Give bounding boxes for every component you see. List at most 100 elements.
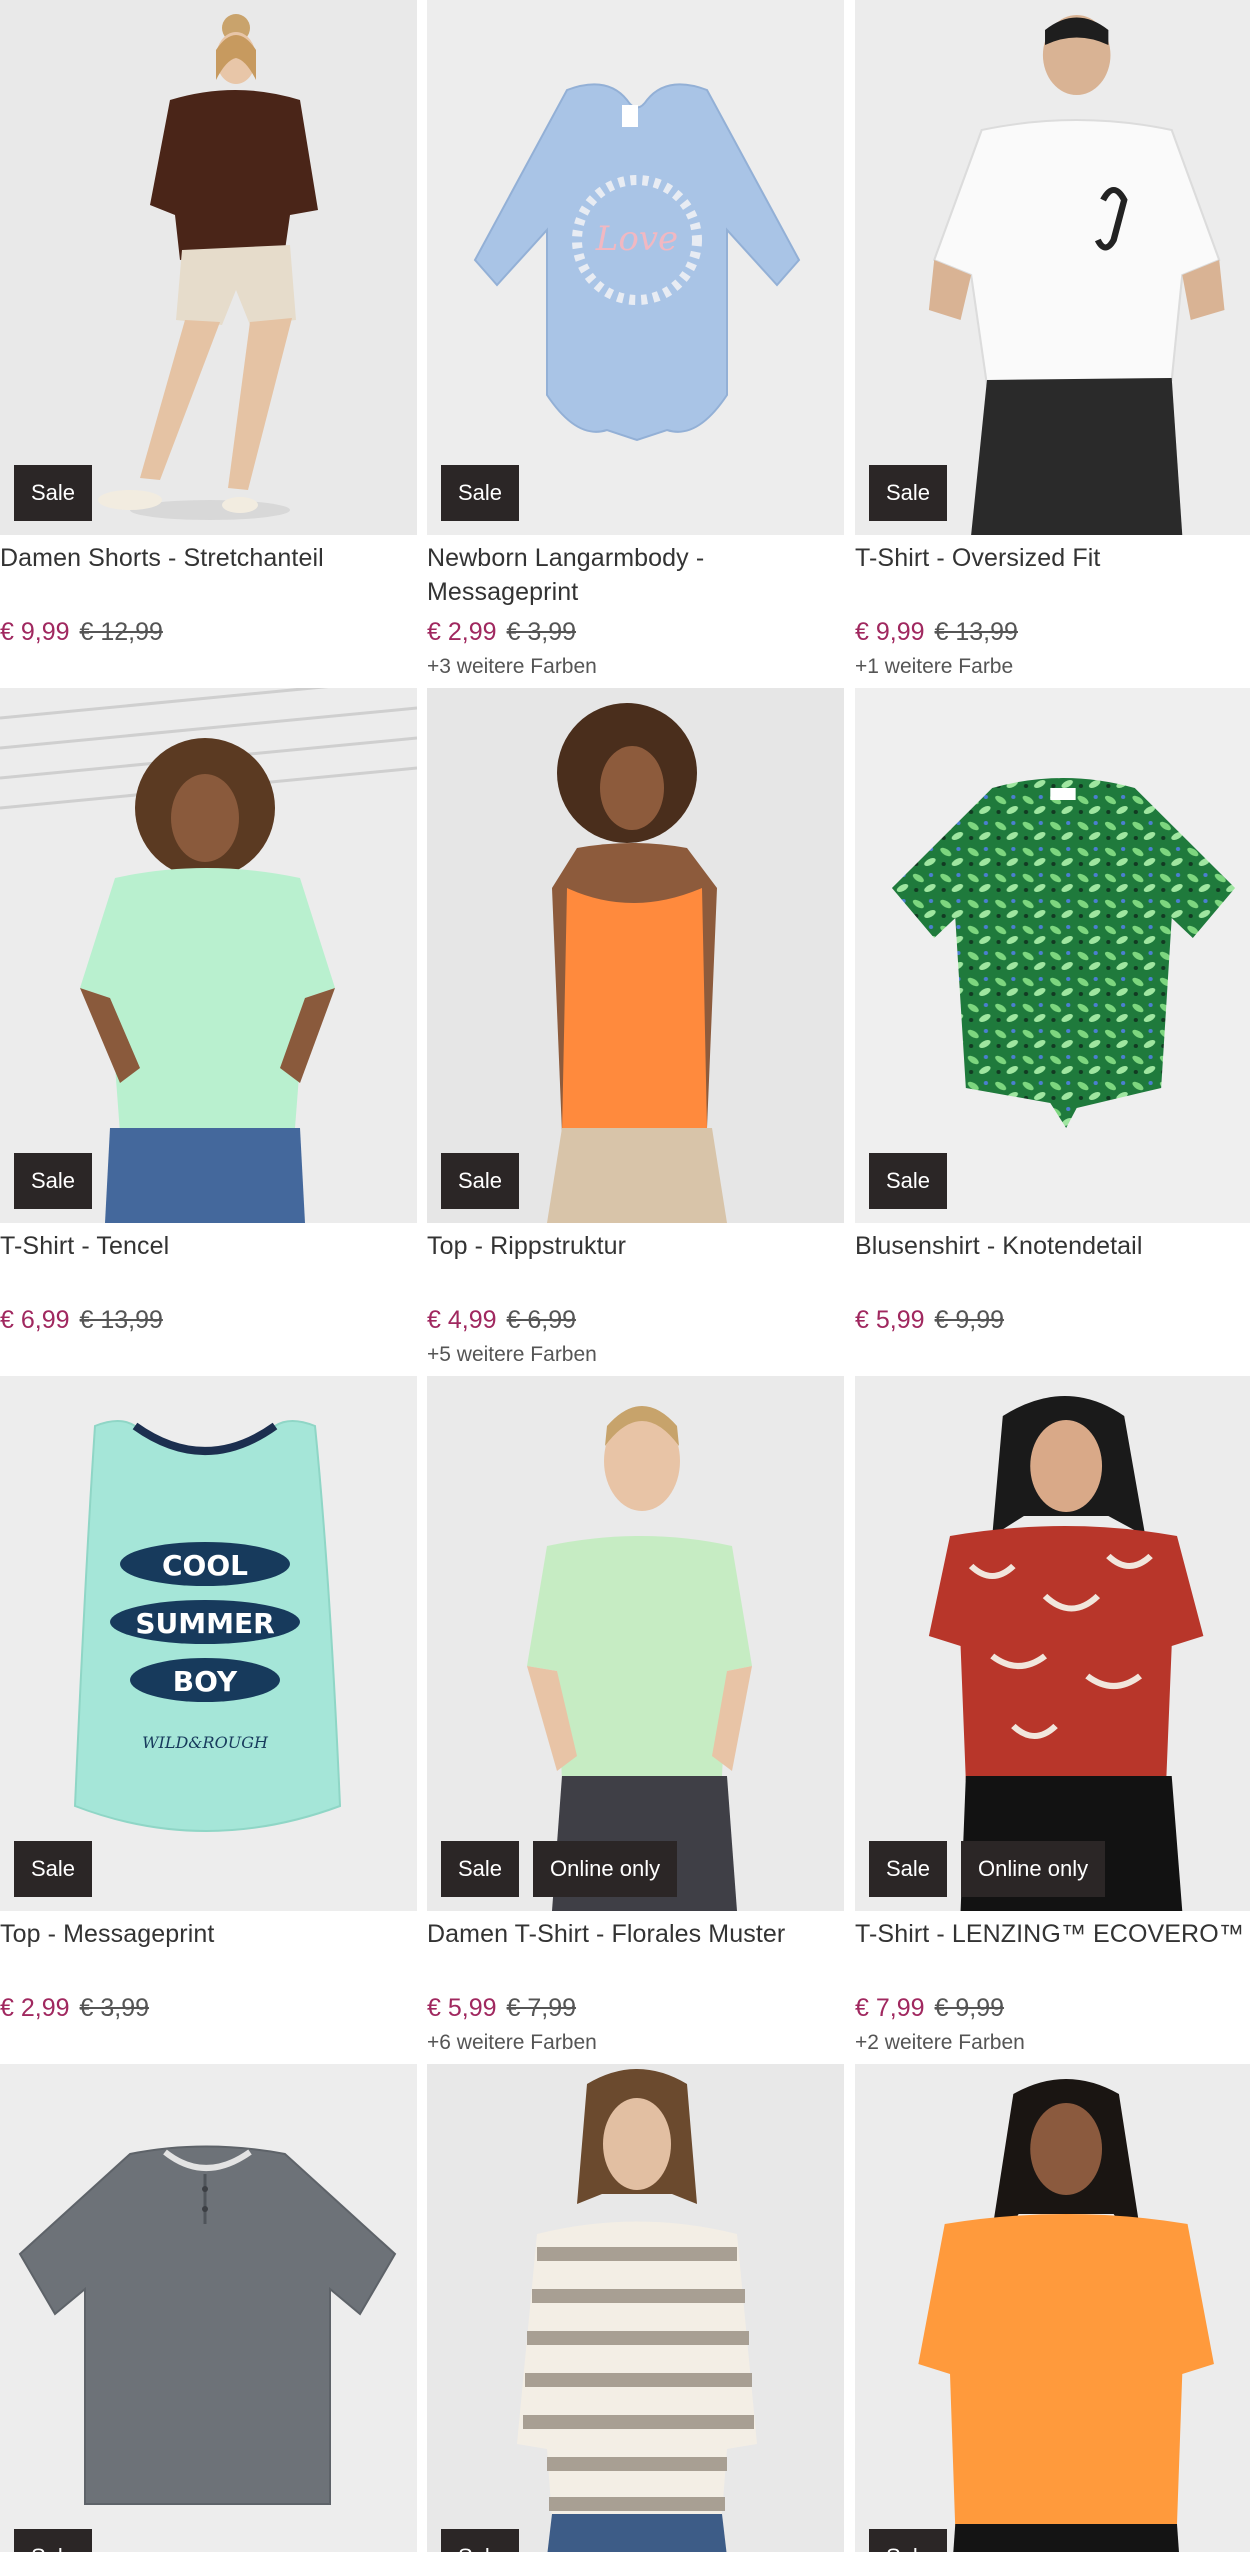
sale-badge: Sale (441, 1841, 520, 1897)
original-price: € 12,99 (79, 618, 163, 646)
original-price: € 13,99 (79, 1306, 163, 1334)
badge-group: Sale (441, 2529, 520, 2552)
sale-price: € 5,99 (855, 1306, 925, 1334)
product-image[interactable]: COOL SUMMER BOY WILD&ROUGH Sale (0, 1376, 417, 1911)
product-title[interactable]: T-Shirt - Tencel (0, 1229, 417, 1297)
product-photo-grey-henley-tshirt (0, 2064, 417, 2552)
original-price: € 6,99 (506, 1306, 577, 1334)
price-row: € 9,99 € 12,99 (0, 616, 417, 648)
price-row: € 5,99 € 9,99 (855, 1304, 1250, 1336)
print-love-text: Love (595, 219, 678, 259)
sale-price: € 4,99 (427, 1306, 497, 1334)
product-card[interactable]: Sale Online only T-Shirt - LENZING™ ECOV… (855, 1376, 1250, 2056)
product-image[interactable]: Sale (427, 2064, 844, 2552)
sale-badge: Sale (869, 1153, 948, 1209)
badge-group: Sale (869, 2529, 948, 2552)
price-row: € 7,99 € 9,99 (855, 1992, 1250, 2024)
badge-group: Sale (441, 465, 520, 521)
product-image[interactable]: Sale (855, 2064, 1250, 2552)
online-only-badge: Online only (533, 1841, 678, 1897)
sale-badge: Sale (441, 2529, 520, 2552)
sale-price: € 5,99 (427, 1994, 497, 2022)
product-image[interactable]: Sale (855, 688, 1250, 1223)
product-title[interactable]: Blusenshirt - Knotendetail (855, 1229, 1250, 1297)
sale-badge: Sale (14, 1153, 93, 1209)
product-card[interactable]: Sale T-Shirt - Tencel € 6,99 € 13,99 (0, 688, 417, 1336)
badge-group: Sale (14, 1841, 93, 1897)
original-price: € 9,99 (934, 1994, 1005, 2022)
product-card[interactable]: Sale T-Shirt - Oversized Fit € 9,99 € 13,… (855, 0, 1250, 680)
sale-price: € 6,99 (0, 1306, 70, 1334)
product-photo-woman-mint-lace-tshirt (427, 1376, 844, 1911)
product-card[interactable]: Love Sale Newborn Langarmbody - Messagep… (427, 0, 844, 680)
product-photo-woman-mint-tshirt (0, 688, 417, 1223)
sale-price: € 2,99 (0, 1994, 70, 2022)
online-only-badge: Online only (961, 1841, 1106, 1897)
product-image[interactable]: Love Sale (427, 0, 844, 535)
product-image[interactable]: Sale (427, 688, 844, 1223)
badge-group: Sale (14, 2529, 93, 2552)
product-photo-woman-orange-tshirt (855, 2064, 1250, 2552)
product-title[interactable]: Damen T-Shirt - Florales Muster (427, 1917, 844, 1985)
product-image[interactable]: Sale (0, 2064, 417, 2552)
product-photo-boys-tank: COOL SUMMER BOY WILD&ROUGH (0, 1376, 417, 1911)
more-colors-link[interactable]: +5 weitere Farben (427, 1342, 844, 1368)
badge-group: Sale (14, 465, 93, 521)
original-price: € 7,99 (506, 1994, 577, 2022)
product-card[interactable]: Sale Blusenshirt - Knotendetail € 5,99 € … (855, 688, 1250, 1336)
more-colors-link[interactable]: +2 weitere Farben (855, 2030, 1250, 2056)
badge-group: Sale (869, 465, 948, 521)
product-image[interactable]: Sale (0, 688, 417, 1223)
product-title[interactable]: T-Shirt - LENZING™ ECOVERO™ (855, 1917, 1250, 1985)
price-row: € 6,99 € 13,99 (0, 1304, 417, 1336)
sale-price: € 7,99 (855, 1994, 925, 2022)
product-photo-woman-orange-tank (427, 688, 844, 1223)
sale-badge: Sale (441, 465, 520, 521)
product-card[interactable]: Sale (855, 2064, 1250, 2552)
print-wild-rough-text: WILD&ROUGH (142, 1733, 269, 1752)
product-card[interactable]: Sale (0, 2064, 417, 2552)
original-price: € 3,99 (79, 1994, 150, 2022)
sale-badge: Sale (14, 2529, 93, 2552)
sale-price: € 9,99 (0, 618, 70, 646)
badge-group: Sale (441, 1153, 520, 1209)
more-colors-link[interactable]: +3 weitere Farben (427, 654, 844, 680)
print-summer-text: SUMMER (135, 1607, 274, 1640)
sale-badge: Sale (869, 465, 948, 521)
product-card[interactable]: Sale Online only Damen T-Shirt - Florale… (427, 1376, 844, 2056)
sale-price: € 2,99 (427, 618, 497, 646)
product-image[interactable]: Sale Online only (855, 1376, 1250, 1911)
price-row: € 4,99 € 6,99 (427, 1304, 844, 1336)
original-price: € 13,99 (934, 618, 1018, 646)
product-title[interactable]: Newborn Langarmbody - Messageprint (427, 541, 844, 609)
price-row: € 2,99 € 3,99 (0, 1992, 417, 2024)
sale-price: € 9,99 (855, 618, 925, 646)
product-card[interactable]: Sale Damen Shorts - Stretchanteil € 9,99… (0, 0, 417, 648)
badge-group: Sale Online only (869, 1841, 1106, 1897)
product-card[interactable]: Sale Top - Rippstruktur € 4,99 € 6,99 +5 … (427, 688, 844, 1368)
original-price: € 9,99 (934, 1306, 1005, 1334)
product-photo-woman-striped-sweater (427, 2064, 844, 2552)
badge-group: Sale (14, 1153, 93, 1209)
product-card[interactable]: COOL SUMMER BOY WILD&ROUGH Sale Top - Me… (0, 1376, 417, 2024)
sale-badge: Sale (14, 465, 93, 521)
more-colors-link[interactable]: +1 weitere Farbe (855, 654, 1250, 680)
product-image[interactable]: Sale (855, 0, 1250, 535)
badge-group: Sale Online only (441, 1841, 678, 1897)
print-boy-text: BOY (173, 1665, 238, 1698)
print-cool-text: COOL (162, 1549, 248, 1582)
product-photo-green-print-blouse (855, 688, 1250, 1223)
product-image[interactable]: Sale Online only (427, 1376, 844, 1911)
product-title[interactable]: Top - Rippstruktur (427, 1229, 844, 1297)
product-photo-woman-brown-sweater (0, 0, 417, 535)
sale-badge: Sale (869, 2529, 948, 2552)
product-title[interactable]: T-Shirt - Oversized Fit (855, 541, 1250, 609)
product-title[interactable]: Top - Messageprint (0, 1917, 417, 1985)
product-card[interactable]: Sale (427, 2064, 844, 2552)
more-colors-link[interactable]: +6 weitere Farben (427, 2030, 844, 2056)
product-image[interactable]: Sale (0, 0, 417, 535)
price-row: € 9,99 € 13,99 (855, 616, 1250, 648)
price-row: € 2,99 € 3,99 (427, 616, 844, 648)
product-title[interactable]: Damen Shorts - Stretchanteil (0, 541, 417, 609)
product-photo-woman-red-print-tshirt (855, 1376, 1250, 1911)
